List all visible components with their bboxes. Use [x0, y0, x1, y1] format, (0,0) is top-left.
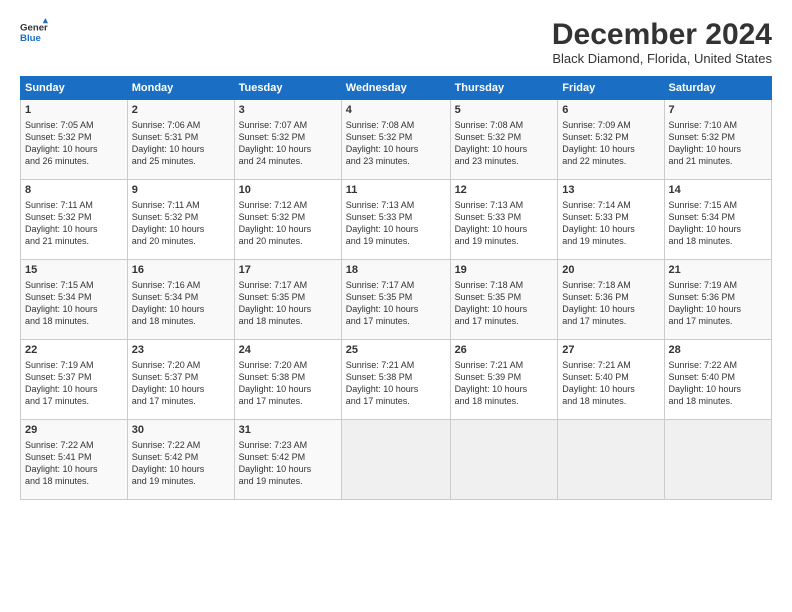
day-number: 15 — [25, 263, 123, 278]
day-number: 30 — [132, 423, 230, 438]
subtitle: Black Diamond, Florida, United States — [552, 51, 772, 66]
calendar-week-row: 15Sunrise: 7:15 AMSunset: 5:34 PMDayligh… — [21, 260, 772, 340]
table-row: 20Sunrise: 7:18 AMSunset: 5:36 PMDayligh… — [558, 260, 664, 340]
table-row: 4Sunrise: 7:08 AMSunset: 5:32 PMDaylight… — [341, 100, 450, 180]
day-number: 9 — [132, 183, 230, 198]
table-row: 2Sunrise: 7:06 AMSunset: 5:31 PMDaylight… — [127, 100, 234, 180]
table-row: 13Sunrise: 7:14 AMSunset: 5:33 PMDayligh… — [558, 180, 664, 260]
day-number: 24 — [239, 343, 337, 358]
header: General Blue December 2024 Black Diamond… — [20, 18, 772, 66]
table-row: 1Sunrise: 7:05 AMSunset: 5:32 PMDaylight… — [21, 100, 128, 180]
day-number: 21 — [669, 263, 767, 278]
table-row — [558, 420, 664, 500]
main-title: December 2024 — [552, 18, 772, 51]
col-sunday: Sunday — [21, 77, 128, 100]
day-number: 8 — [25, 183, 123, 198]
table-row: 8Sunrise: 7:11 AMSunset: 5:32 PMDaylight… — [21, 180, 128, 260]
day-number: 26 — [455, 343, 554, 358]
day-number: 27 — [562, 343, 659, 358]
table-row: 5Sunrise: 7:08 AMSunset: 5:32 PMDaylight… — [450, 100, 558, 180]
table-row: 18Sunrise: 7:17 AMSunset: 5:35 PMDayligh… — [341, 260, 450, 340]
table-row: 27Sunrise: 7:21 AMSunset: 5:40 PMDayligh… — [558, 340, 664, 420]
table-row: 6Sunrise: 7:09 AMSunset: 5:32 PMDaylight… — [558, 100, 664, 180]
col-thursday: Thursday — [450, 77, 558, 100]
calendar-week-row: 8Sunrise: 7:11 AMSunset: 5:32 PMDaylight… — [21, 180, 772, 260]
day-number: 11 — [346, 183, 446, 198]
table-row: 31Sunrise: 7:23 AMSunset: 5:42 PMDayligh… — [234, 420, 341, 500]
day-number: 22 — [25, 343, 123, 358]
day-number: 13 — [562, 183, 659, 198]
table-row — [664, 420, 771, 500]
day-number: 14 — [669, 183, 767, 198]
day-number: 20 — [562, 263, 659, 278]
day-number: 19 — [455, 263, 554, 278]
day-number: 18 — [346, 263, 446, 278]
table-row: 16Sunrise: 7:16 AMSunset: 5:34 PMDayligh… — [127, 260, 234, 340]
table-row: 25Sunrise: 7:21 AMSunset: 5:38 PMDayligh… — [341, 340, 450, 420]
day-number: 12 — [455, 183, 554, 198]
col-tuesday: Tuesday — [234, 77, 341, 100]
day-number: 5 — [455, 103, 554, 118]
calendar-header-row: Sunday Monday Tuesday Wednesday Thursday… — [21, 77, 772, 100]
day-number: 3 — [239, 103, 337, 118]
day-number: 29 — [25, 423, 123, 438]
calendar-table: Sunday Monday Tuesday Wednesday Thursday… — [20, 76, 772, 500]
col-saturday: Saturday — [664, 77, 771, 100]
day-number: 7 — [669, 103, 767, 118]
table-row: 24Sunrise: 7:20 AMSunset: 5:38 PMDayligh… — [234, 340, 341, 420]
svg-text:Blue: Blue — [20, 33, 41, 44]
table-row: 29Sunrise: 7:22 AMSunset: 5:41 PMDayligh… — [21, 420, 128, 500]
table-row: 7Sunrise: 7:10 AMSunset: 5:32 PMDaylight… — [664, 100, 771, 180]
table-row: 30Sunrise: 7:22 AMSunset: 5:42 PMDayligh… — [127, 420, 234, 500]
day-number: 2 — [132, 103, 230, 118]
table-row: 9Sunrise: 7:11 AMSunset: 5:32 PMDaylight… — [127, 180, 234, 260]
title-block: December 2024 Black Diamond, Florida, Un… — [552, 18, 772, 66]
table-row: 22Sunrise: 7:19 AMSunset: 5:37 PMDayligh… — [21, 340, 128, 420]
table-row: 17Sunrise: 7:17 AMSunset: 5:35 PMDayligh… — [234, 260, 341, 340]
table-row: 21Sunrise: 7:19 AMSunset: 5:36 PMDayligh… — [664, 260, 771, 340]
table-row: 15Sunrise: 7:15 AMSunset: 5:34 PMDayligh… — [21, 260, 128, 340]
col-friday: Friday — [558, 77, 664, 100]
table-row: 26Sunrise: 7:21 AMSunset: 5:39 PMDayligh… — [450, 340, 558, 420]
calendar-week-row: 1Sunrise: 7:05 AMSunset: 5:32 PMDaylight… — [21, 100, 772, 180]
logo-icon: General Blue — [20, 18, 48, 46]
calendar-week-row: 22Sunrise: 7:19 AMSunset: 5:37 PMDayligh… — [21, 340, 772, 420]
table-row: 23Sunrise: 7:20 AMSunset: 5:37 PMDayligh… — [127, 340, 234, 420]
logo: General Blue — [20, 18, 48, 46]
table-row: 28Sunrise: 7:22 AMSunset: 5:40 PMDayligh… — [664, 340, 771, 420]
day-number: 28 — [669, 343, 767, 358]
table-row: 19Sunrise: 7:18 AMSunset: 5:35 PMDayligh… — [450, 260, 558, 340]
table-row: 10Sunrise: 7:12 AMSunset: 5:32 PMDayligh… — [234, 180, 341, 260]
day-number: 17 — [239, 263, 337, 278]
table-row: 11Sunrise: 7:13 AMSunset: 5:33 PMDayligh… — [341, 180, 450, 260]
col-wednesday: Wednesday — [341, 77, 450, 100]
table-row — [450, 420, 558, 500]
table-row — [341, 420, 450, 500]
day-number: 6 — [562, 103, 659, 118]
day-number: 23 — [132, 343, 230, 358]
table-row: 14Sunrise: 7:15 AMSunset: 5:34 PMDayligh… — [664, 180, 771, 260]
day-number: 31 — [239, 423, 337, 438]
table-row: 3Sunrise: 7:07 AMSunset: 5:32 PMDaylight… — [234, 100, 341, 180]
table-row: 12Sunrise: 7:13 AMSunset: 5:33 PMDayligh… — [450, 180, 558, 260]
svg-text:General: General — [20, 22, 48, 33]
day-number: 1 — [25, 103, 123, 118]
day-number: 10 — [239, 183, 337, 198]
day-number: 25 — [346, 343, 446, 358]
page: General Blue December 2024 Black Diamond… — [0, 0, 792, 612]
col-monday: Monday — [127, 77, 234, 100]
day-number: 4 — [346, 103, 446, 118]
day-number: 16 — [132, 263, 230, 278]
calendar-week-row: 29Sunrise: 7:22 AMSunset: 5:41 PMDayligh… — [21, 420, 772, 500]
